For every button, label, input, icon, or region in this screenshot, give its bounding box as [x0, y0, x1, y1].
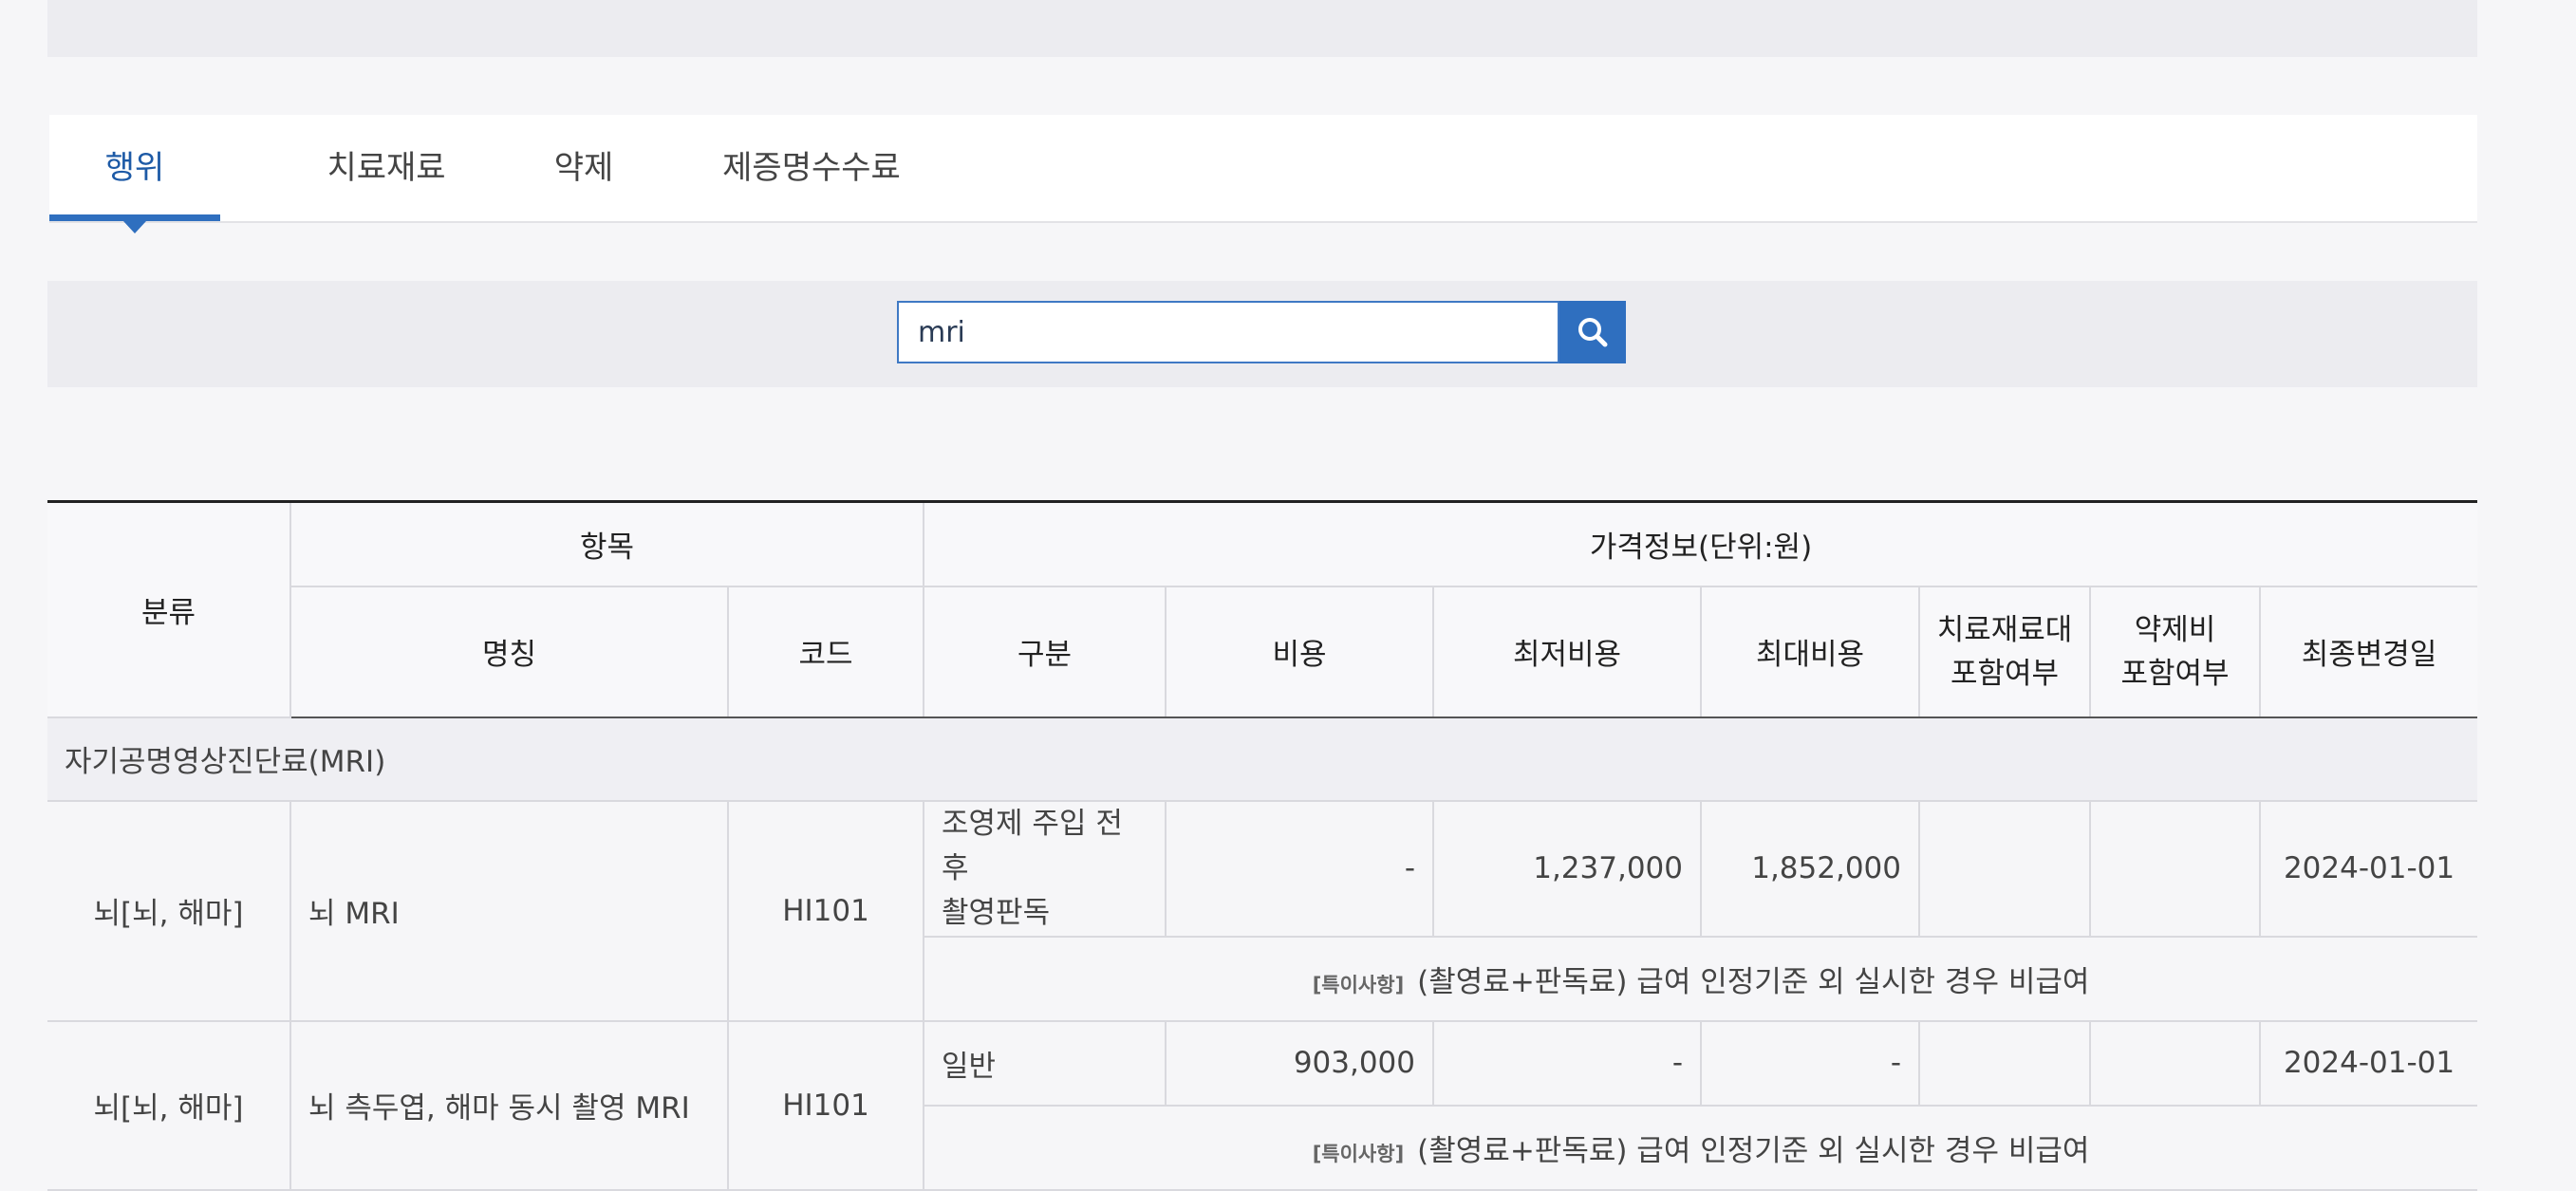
header-drug-included: 약제비 포함여부	[2089, 585, 2262, 718]
header-type: 구분	[923, 585, 1167, 718]
row1-max-cost: 1,852,000	[1700, 799, 1921, 938]
row1-note-tag: [특이사항]	[1312, 973, 1405, 996]
header-name: 명칭	[290, 585, 729, 718]
row2-cost: 903,000	[1165, 1019, 1435, 1107]
header-code: 코드	[726, 585, 925, 718]
row1-cost: -	[1165, 799, 1435, 938]
row1-last-modified: 2024-01-01	[2259, 799, 2478, 938]
header-category: 분류	[47, 500, 291, 718]
row1-code: HI101	[726, 799, 925, 1022]
row2-code: HI101	[726, 1019, 925, 1191]
row1-note-text: (촬영료+판독료) 급여 인정기준 외 실시한 경우 비급여	[1417, 964, 2090, 999]
active-tab-indicator	[49, 214, 220, 221]
header-material-included: 치료재료대 포함여부	[1918, 585, 2092, 718]
row2-note-text: (촬영료+판독료) 급여 인정기준 외 실시한 경우 비급여	[1417, 1133, 2090, 1168]
top-panel	[47, 0, 2477, 57]
search-icon	[1578, 318, 1608, 347]
header-price-group: 가격정보(단위:원)	[923, 500, 2478, 587]
tab-certificate-fees[interactable]: 제증명수수료	[664, 115, 959, 221]
tab-bar: 행위 치료재료 약제 제증명수수료	[49, 115, 2477, 233]
search-area	[47, 281, 2477, 387]
header-cost: 비용	[1165, 585, 1435, 718]
row1-drug-included	[2089, 799, 2262, 938]
search-box	[897, 301, 1559, 363]
header-last-modified: 최종변경일	[2259, 585, 2478, 718]
row2-name[interactable]: 뇌 측두엽, 해마 동시 촬영 MRI	[289, 1019, 729, 1191]
row1-name[interactable]: 뇌 MRI	[289, 799, 729, 1022]
header-item-group: 항목	[289, 500, 925, 587]
row2-max-cost: -	[1700, 1019, 1921, 1107]
row1-note: [특이사항] (촬영료+판독료) 급여 인정기준 외 실시한 경우 비급여	[924, 935, 2478, 1022]
row2-material-included	[1918, 1019, 2092, 1107]
row2-min-cost: -	[1432, 1019, 1703, 1107]
row2-drug-included	[2089, 1019, 2262, 1107]
row1-category: 뇌[뇌, 해마]	[47, 799, 291, 1022]
search-button[interactable]	[1559, 301, 1626, 363]
price-table: 분류 항목 가격정보(단위:원) 명칭 코드 구분 비용 최저비용 최대비용 치…	[47, 500, 2478, 1191]
row2-note: [특이사항] (촬영료+판독료) 급여 인정기준 외 실시한 경우 비급여	[924, 1104, 2478, 1191]
search-input[interactable]	[899, 303, 1525, 362]
header-max-cost: 최대비용	[1700, 585, 1921, 718]
row2-last-modified: 2024-01-01	[2259, 1019, 2478, 1107]
active-tab-caret	[123, 221, 146, 233]
row1-min-cost: 1,237,000	[1432, 799, 1703, 938]
row1-type: 조영제 주입 전후 촬영판독	[923, 799, 1167, 938]
row2-note-tag: [특이사항]	[1312, 1142, 1405, 1165]
row2-type: 일반	[923, 1019, 1167, 1107]
group-row-mri: 자기공명영상진단료(MRI)	[47, 716, 2478, 802]
row1-material-included	[1918, 799, 2092, 938]
header-min-cost: 최저비용	[1432, 585, 1703, 718]
tab-drugs[interactable]: 약제	[498, 115, 669, 221]
tab-materials[interactable]: 치료재료	[282, 115, 491, 221]
tab-procedure[interactable]: 행위	[49, 115, 220, 221]
row2-category: 뇌[뇌, 해마]	[47, 1019, 291, 1191]
